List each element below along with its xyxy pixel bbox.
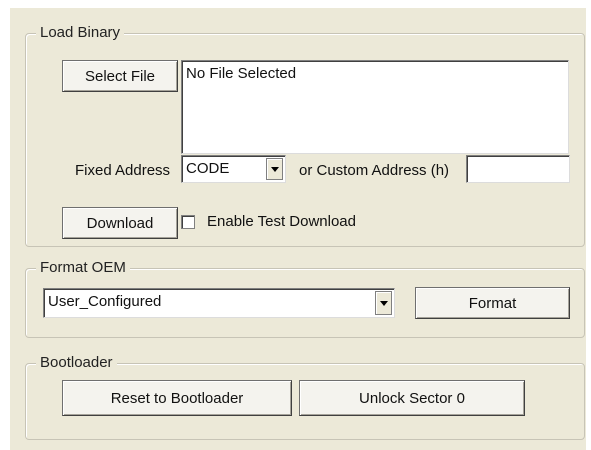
fixed-address-value: CODE	[186, 160, 230, 177]
download-button[interactable]: Download	[62, 207, 178, 239]
unlock-sector-label: Unlock Sector 0	[359, 389, 465, 407]
top-strip	[0, 0, 591, 8]
bootloader-legend: Bootloader	[36, 354, 117, 372]
load-binary-legend: Load Binary	[36, 24, 125, 42]
download-label: Download	[86, 214, 154, 232]
file-display-text: No File Selected	[186, 65, 297, 82]
bootloader-group: Bootloader Reset to Bootloader Unlock Se…	[25, 354, 585, 440]
format-oem-group: Format OEM User_Configured Format	[25, 259, 585, 338]
load-binary-group: Load Binary Select File No File Selected…	[25, 24, 585, 247]
file-display-box: No File Selected	[181, 60, 569, 154]
chevron-down-icon[interactable]	[266, 158, 283, 180]
custom-address-label: or Custom Address (h)	[299, 162, 450, 179]
unlock-sector-button[interactable]: Unlock Sector 0	[299, 380, 525, 416]
fixed-address-select[interactable]: CODE	[181, 155, 286, 183]
custom-address-input[interactable]	[466, 155, 570, 183]
format-label: Format	[468, 294, 517, 312]
dialog-panel: Load Binary Select File No File Selected…	[10, 8, 586, 450]
enable-test-download-label: Enable Test Download	[207, 213, 356, 230]
select-file-label: Select File	[84, 67, 156, 85]
fixed-address-label: Fixed Address	[75, 162, 171, 179]
format-oem-legend: Format OEM	[36, 259, 130, 277]
chevron-down-icon[interactable]	[375, 291, 392, 315]
oem-select-value: User_Configured	[48, 293, 162, 310]
reset-to-bootloader-button[interactable]: Reset to Bootloader	[62, 380, 292, 416]
reset-to-bootloader-label: Reset to Bootloader	[110, 389, 244, 407]
select-file-button[interactable]: Select File	[62, 60, 178, 92]
enable-test-download-checkbox[interactable]	[181, 215, 195, 229]
oem-select[interactable]: User_Configured	[43, 288, 395, 318]
format-button[interactable]: Format	[415, 287, 570, 319]
